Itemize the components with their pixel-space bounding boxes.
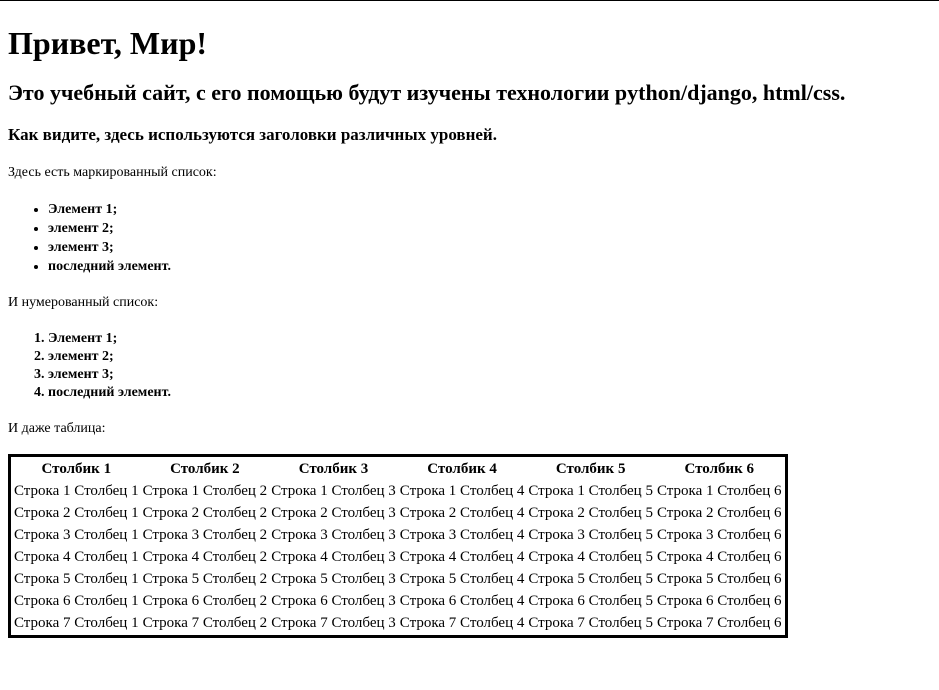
numbered-list: Элемент 1; элемент 2; элемент 3; последн… <box>8 330 931 402</box>
table-cell: Строка 2 Столбец 2 <box>142 505 268 521</box>
bullet-list: Элемент 1; элемент 2; элемент 3; последн… <box>8 200 931 276</box>
table-cell: Строка 4 Столбец 3 <box>271 549 396 565</box>
table-cell: Строка 3 Столбец 5 <box>528 527 653 543</box>
list-item: элемент 3; <box>48 366 931 384</box>
heading-3: Как видите, здесь используются заголовки… <box>8 125 497 144</box>
table-cell: Строка 2 Столбец 1 <box>14 505 139 521</box>
table-cell: Строка 6 Столбец 6 <box>656 593 782 609</box>
table-cell: Строка 1 Столбец 1 <box>14 483 139 499</box>
list-item: элемент 2; <box>48 348 931 366</box>
table-intro: И даже таблица: <box>8 421 106 436</box>
table-row: Строка 7 Столбец 1 Строка 7 Столбец 2 Стро… <box>13 613 783 633</box>
table-cell: Строка 3 Столбец 1 <box>14 527 139 543</box>
table-cell: Строка 4 Столбец 6 <box>656 549 782 565</box>
table-cell: Строка 2 Столбец 5 <box>528 505 653 521</box>
table-cell: Строка 6 Столбец 2 <box>142 593 268 609</box>
table-cell: Строка 4 Столбец 1 <box>14 549 139 565</box>
table-cell: Строка 2 Столбец 6 <box>656 505 782 521</box>
list-item: последний элемент. <box>48 257 931 276</box>
table-cell: Строка 3 Столбец 6 <box>656 527 782 543</box>
table-cell: Строка 1 Столбец 4 <box>399 483 525 499</box>
table-cell: Строка 1 Столбец 5 <box>528 483 653 499</box>
table-cell: Строка 3 Столбец 4 <box>399 527 525 543</box>
table-row: Строка 2 Столбец 1 Строка 2 Столбец 2 Стро… <box>13 503 783 523</box>
table-cell: Строка 6 Столбец 4 <box>399 593 525 609</box>
list-item: Элемент 1; <box>48 330 931 348</box>
column-header: Столбик 2 <box>170 461 240 477</box>
table-cell: Строка 1 Столбец 2 <box>142 483 268 499</box>
table-cell: Строка 5 Столбец 2 <box>142 571 268 587</box>
page-content: Привет, Мир! Это учебный сайт, с его пом… <box>0 23 939 638</box>
table-cell: Строка 7 Столбец 2 <box>142 615 268 631</box>
table-cell: Строка 4 Столбец 2 <box>142 549 268 565</box>
table-cell: Строка 1 Столбец 6 <box>656 483 782 499</box>
table-cell: Строка 7 Столбец 6 <box>656 615 782 631</box>
table-cell: Строка 4 Столбец 4 <box>399 549 525 565</box>
table-cell: Строка 6 Столбец 3 <box>271 593 396 609</box>
heading-2: Это учебный сайт, с его помощью будут из… <box>8 80 846 105</box>
table-header-row: Столбик 1 Столбик 2 Столбик 3 Столбик 4 Стол… <box>13 459 783 479</box>
list-item: элемент 2; <box>48 219 931 238</box>
bullet-list-intro: Здесь есть маркированный список: <box>8 165 217 180</box>
table-cell: Строка 5 Столбец 3 <box>271 571 396 587</box>
table-cell: Строка 3 Столбец 3 <box>271 527 396 543</box>
table-row: Строка 3 Столбец 1 Строка 3 Столбец 2 Стро… <box>13 525 783 545</box>
table-cell: Строка 1 Столбец 3 <box>271 483 396 499</box>
table-cell: Строка 3 Столбец 2 <box>142 527 268 543</box>
table-cell: Строка 2 Столбец 3 <box>271 505 396 521</box>
table-cell: Строка 6 Столбец 5 <box>528 593 653 609</box>
list-item: элемент 3; <box>48 238 931 257</box>
table-cell: Строка 7 Столбец 3 <box>271 615 396 631</box>
table-cell: Строка 5 Столбец 1 <box>14 571 139 587</box>
numbered-list-intro: И нумерованный список: <box>8 295 159 310</box>
table-cell: Строка 4 Столбец 5 <box>528 549 653 565</box>
table-cell: Строка 6 Столбец 1 <box>14 593 139 609</box>
table-row: Строка 1 Столбец 1 Строка 1 Столбец 2 Стро… <box>13 481 783 501</box>
heading-1: Привет, Мир! <box>8 25 208 61</box>
table-row: Строка 6 Столбец 1 Строка 6 Столбец 2 Стро… <box>13 591 783 611</box>
data-table: Столбик 1 Столбик 2 Столбик 3 Столбик 4 Стол… <box>8 454 788 638</box>
table-row: Строка 4 Столбец 1 Строка 4 Столбец 2 Стро… <box>13 547 783 567</box>
list-item: Элемент 1; <box>48 200 931 219</box>
table-cell: Строка 7 Столбец 1 <box>14 615 139 631</box>
table-cell: Строка 5 Столбец 4 <box>399 571 525 587</box>
column-header: Столбик 3 <box>298 461 369 477</box>
table-cell: Строка 5 Столбец 5 <box>528 571 653 587</box>
table-cell: Строка 5 Столбец 6 <box>656 571 782 587</box>
list-item: последний элемент. <box>48 384 931 402</box>
table-cell: Строка 7 Столбец 5 <box>528 615 653 631</box>
column-header: Столбик 5 <box>555 461 626 477</box>
table-cell: Строка 2 Столбец 4 <box>399 505 525 521</box>
table-row: Строка 5 Столбец 1 Строка 5 Столбец 2 Стро… <box>13 569 783 589</box>
column-header: Столбик 4 <box>427 461 497 477</box>
table-cell: Строка 7 Столбец 4 <box>399 615 525 631</box>
column-header: Столбик 6 <box>684 461 755 477</box>
column-header: Столбик 1 <box>41 461 112 477</box>
